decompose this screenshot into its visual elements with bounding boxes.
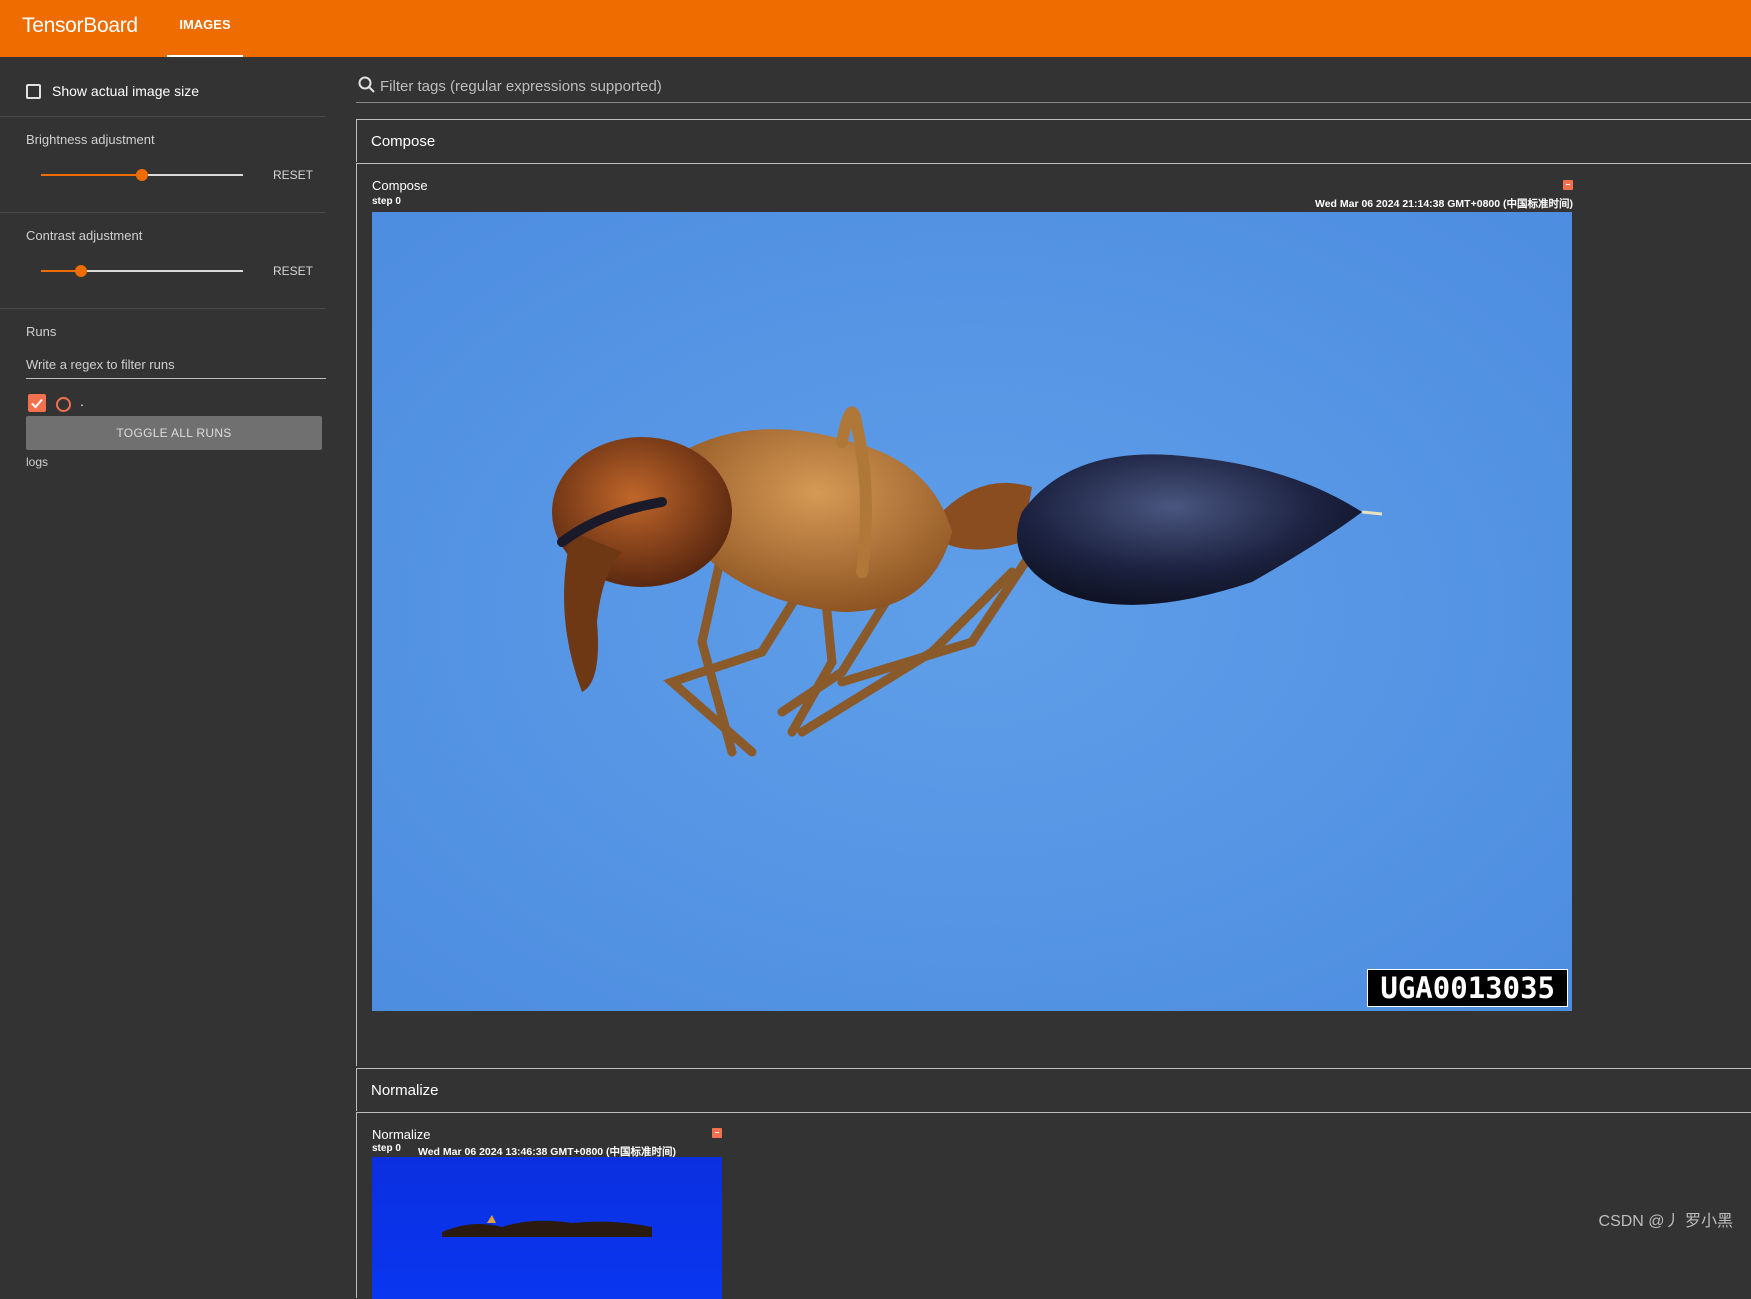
runs-filter-input[interactable]: Write a regex to filter runs: [26, 350, 326, 379]
runs-title: Runs: [26, 324, 57, 339]
watermark: CSDN @丿 罗小黑: [1598, 1213, 1733, 1230]
contrast-slider[interactable]: [41, 265, 243, 277]
sidebar: Show actual image size Brightness adjust…: [0, 57, 326, 1241]
show-actual-size-checkbox[interactable]: [26, 84, 41, 99]
card-title: Normalize: [372, 1127, 431, 1142]
group-title: Compose: [371, 133, 436, 150]
app-title[interactable]: TensorBoard: [22, 14, 138, 38]
search-icon: [358, 76, 375, 93]
toggle-all-runs-button[interactable]: TOGGLE ALL RUNS: [26, 416, 322, 450]
group-body-compose: Compose step 0 Wed Mar 06 2024 21:14:38 …: [356, 163, 1751, 1066]
image-normalize[interactable]: [372, 1157, 722, 1299]
check-icon: [31, 398, 43, 409]
brightness-label: Brightness adjustment: [26, 132, 155, 147]
logdir-label: logs: [26, 455, 49, 469]
tab-images-label: IMAGES: [179, 17, 231, 32]
tag-filter-input[interactable]: Filter tags (regular expressions support…: [356, 69, 1751, 103]
main-content: Filter tags (regular expressions support…: [356, 57, 1751, 1299]
contrast-reset-button[interactable]: RESET: [273, 264, 313, 278]
brightness-reset-button[interactable]: RESET: [273, 168, 313, 182]
show-actual-size-label: Show actual image size: [52, 83, 200, 99]
brightness-slider-fill: [41, 174, 142, 176]
run-color-swatch[interactable]: [56, 397, 71, 412]
tab-images[interactable]: IMAGES: [167, 0, 243, 57]
runs-filter-placeholder: Write a regex to filter runs: [26, 357, 175, 372]
group-header-compose[interactable]: Compose: [356, 119, 1751, 162]
step-label: step: [372, 1143, 393, 1154]
top-app-bar: TensorBoard IMAGES: [0, 0, 1751, 57]
image-id-tag: UGA0013035: [1367, 969, 1568, 1007]
run-checkbox[interactable]: [28, 394, 46, 412]
brightness-slider-thumb[interactable]: [136, 169, 148, 181]
ant-image: [372, 212, 1572, 1011]
divider: [0, 212, 326, 213]
card-step: step 0: [372, 1143, 401, 1154]
expand-icon[interactable]: [1563, 180, 1573, 190]
image-compose[interactable]: UGA0013035: [372, 212, 1572, 1011]
step-label: step: [372, 196, 393, 207]
contrast-label: Contrast adjustment: [26, 228, 143, 243]
normalized-image: [372, 1157, 722, 1299]
contrast-slider-thumb[interactable]: [75, 265, 88, 277]
brightness-slider[interactable]: [41, 169, 243, 181]
card-timestamp: Wed Mar 06 2024 21:14:38 GMT+0800 (中国标准时…: [1314, 198, 1573, 210]
divider: [0, 116, 326, 117]
group-header-normalize[interactable]: Normalize: [356, 1068, 1751, 1111]
run-label: .: [80, 393, 84, 409]
card-title: Compose: [372, 178, 428, 193]
step-value: 0: [395, 196, 401, 207]
tag-filter-placeholder: Filter tags (regular expressions support…: [380, 78, 662, 95]
step-value: 0: [395, 1143, 401, 1154]
divider: [0, 308, 326, 309]
card-step: step 0: [372, 196, 401, 207]
expand-icon[interactable]: [712, 1128, 722, 1138]
group-title: Normalize: [371, 1082, 439, 1099]
group-body-normalize: Normalize step 0 Wed Mar 06 2024 13:46:3…: [356, 1112, 1751, 1299]
